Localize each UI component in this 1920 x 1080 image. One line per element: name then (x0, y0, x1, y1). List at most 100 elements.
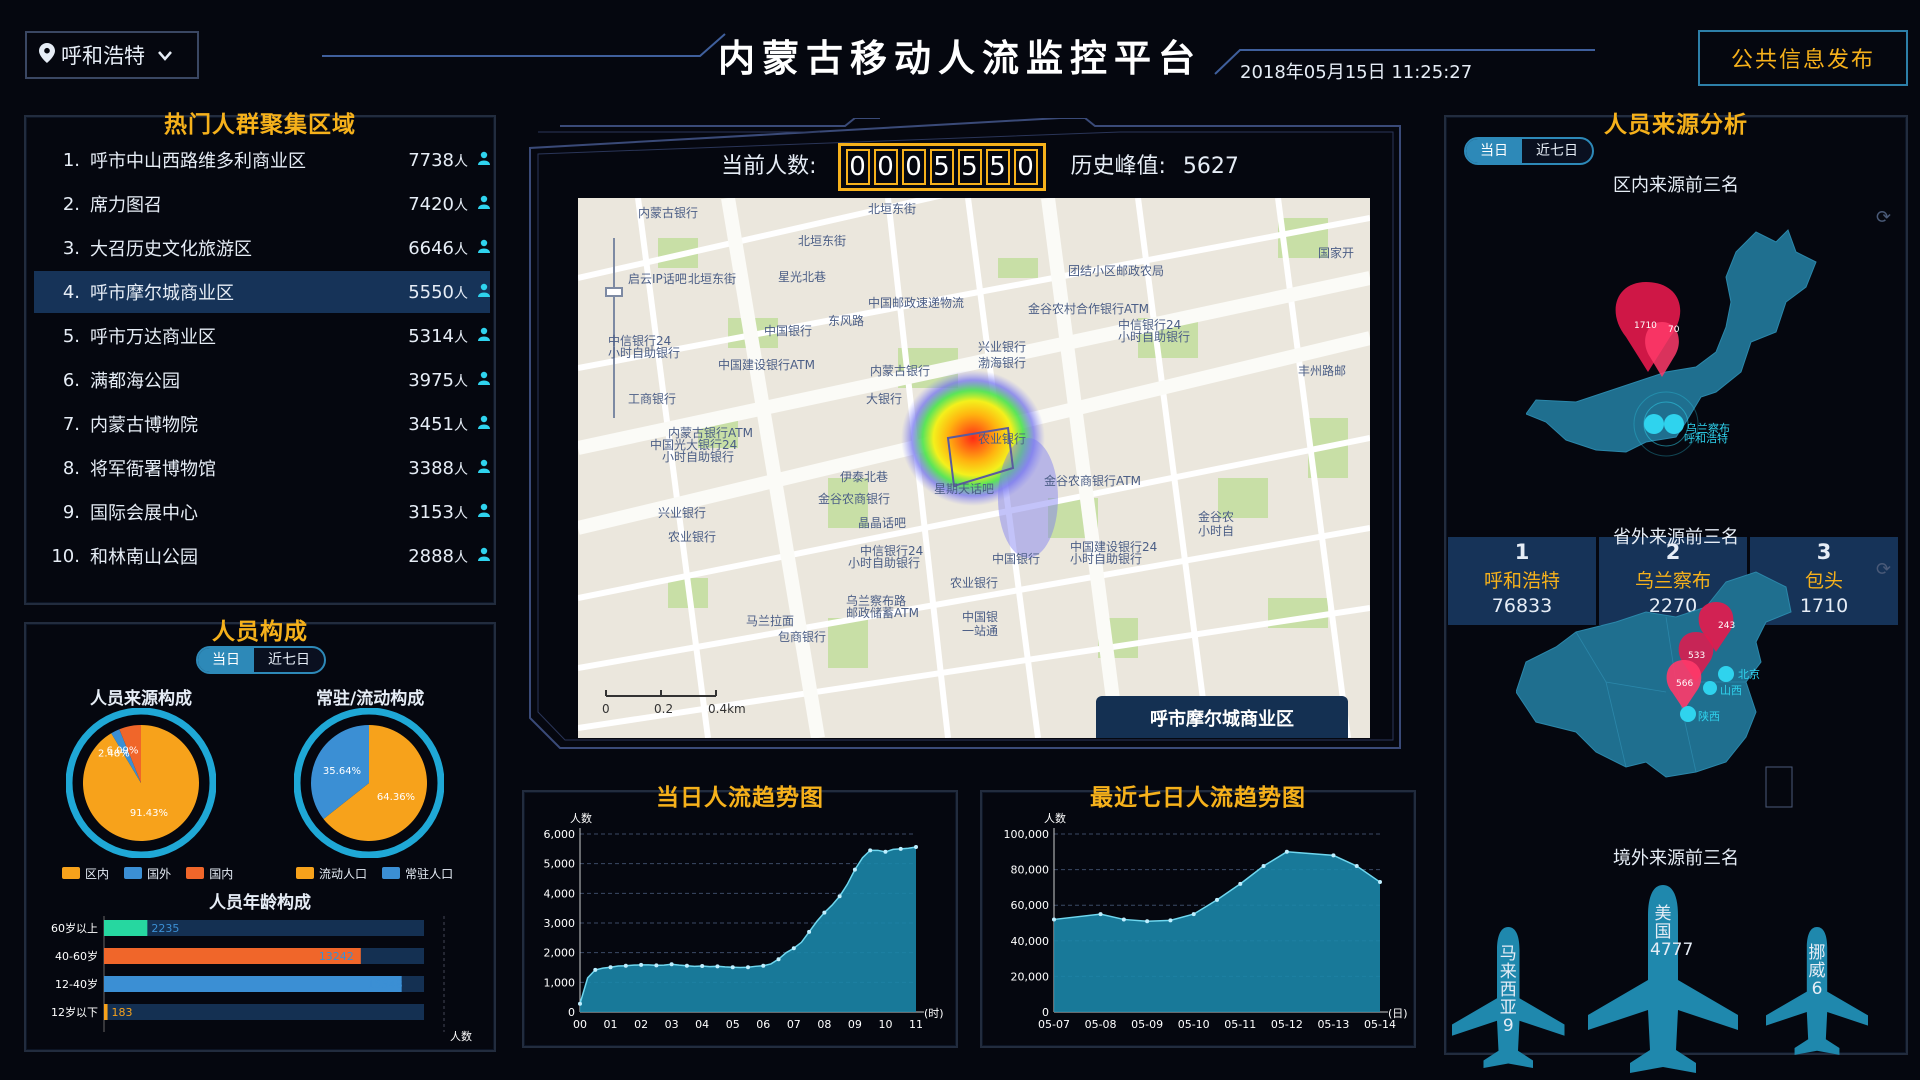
source-toggle[interactable]: 当日 近七日 (1464, 137, 1594, 165)
header-datetime: 2018年05月15日 11:25:27 (1240, 62, 1473, 83)
map-label: 东风路 (828, 314, 865, 328)
map-label: 小时自助银行 (848, 556, 921, 570)
x-tick-label: 02 (634, 1018, 648, 1031)
person-icon (468, 415, 490, 433)
refresh-icon[interactable]: ⟳ (1876, 207, 1891, 228)
person-icon (468, 151, 490, 169)
x-tick-label: 08 (817, 1018, 831, 1031)
foreign-source-title: 境外来源前三名 (1613, 848, 1739, 869)
map-label: 小时自 (1198, 524, 1235, 538)
map-label: 兴业银行 (658, 506, 707, 520)
foreign-value: 4777 (1650, 940, 1694, 960)
map-label: 启云IP话吧 (628, 272, 687, 286)
heat-map[interactable]: 内蒙古银行 北垣东街 北垣东街 启云IP话吧 北垣东街 星光北巷 中国邮政速递物流 团结小区邮… (578, 198, 1370, 738)
map-label: 兴业银行 (978, 340, 1027, 354)
outer-label-shaanxi: 陕西 (1698, 709, 1720, 723)
tab-today[interactable]: 当日 (198, 648, 254, 672)
age-bar (104, 920, 148, 936)
map-label: 星期天话吧 (934, 482, 995, 496)
source-tab-today[interactable]: 当日 (1466, 139, 1522, 163)
outer-label-beijing: 北京 (1738, 667, 1760, 681)
hot-area-name: 内蒙古博物院 (90, 415, 198, 436)
count-digit: 0 (901, 149, 926, 185)
data-point (715, 964, 720, 969)
map-label: 农业银行 (950, 576, 999, 590)
hot-area-row[interactable]: 4. 呼市摩尔城商业区 5550人 (34, 271, 490, 313)
hot-area-row[interactable]: 9. 国际会展中心 3153人 (34, 491, 490, 533)
outer-pin-533: 533 (1688, 651, 1705, 661)
source-tab-week[interactable]: 近七日 (1522, 139, 1592, 163)
hot-area-rank: 4. (62, 281, 80, 303)
tab-week[interactable]: 近七日 (254, 648, 324, 672)
data-point (593, 967, 598, 972)
y-tick-label: 60,000 (1011, 899, 1050, 912)
hot-area-count: 3388人 (408, 457, 468, 479)
hot-area-row[interactable]: 2. 席力图召 7420人 (34, 183, 490, 225)
person-icon (468, 327, 490, 345)
hot-area-name: 和林南山公园 (90, 547, 198, 568)
data-point (822, 910, 827, 915)
hot-area-count: 7420人 (408, 193, 468, 215)
hot-area-row[interactable]: 6. 满都海公园 3975人 (34, 359, 490, 401)
foreign-source-label: 马来西亚 9 (1495, 945, 1521, 1035)
inner-pin-1710: 1710 (1634, 321, 1657, 331)
age-axis-label: 人数 (450, 1030, 472, 1043)
map-label: 一站通 (962, 624, 999, 638)
data-point (791, 946, 796, 951)
inner-mongolia-map: 1710 70 乌兰察布 呼和浩特 (1526, 229, 1817, 457)
resident-pie-chart: 64.36% 35.64% (294, 708, 444, 858)
map-label: 伊泰北巷 (840, 470, 889, 484)
map-label: 小时自助银行 (1118, 330, 1191, 344)
city-selector[interactable]: 呼和浩特 (25, 31, 199, 79)
x-tick-label: 05 (726, 1018, 740, 1031)
hot-area-row[interactable]: 8. 将军衙署博物馆 3388人 (34, 447, 490, 489)
data-point (684, 963, 689, 968)
hot-area-row[interactable]: 1. 呼市中山西路维多利商业区 7738人 (34, 139, 490, 181)
map-label: 包商银行 (778, 630, 827, 644)
person-icon (468, 371, 490, 389)
daily-trend-chart: 01,0002,0003,0004,0005,0006,000人数(时)00 01… (544, 812, 944, 1031)
page-title: 内蒙古移动人流监控平台 (718, 37, 1202, 80)
y-axis-label: 人数 (1044, 812, 1066, 825)
count-digit: 0 (873, 149, 898, 185)
refresh-icon[interactable]: ⟳ (1876, 559, 1891, 580)
publish-button-label: 公共信息发布 (1730, 48, 1875, 73)
map-label: 农业银行 (978, 432, 1027, 446)
hot-area-rank: 9. (62, 501, 80, 523)
composition-toggle[interactable]: 当日 近七日 (196, 646, 326, 674)
hot-area-rank: 7. (62, 413, 80, 435)
data-point (639, 962, 644, 967)
x-tick-label: 05-11 (1224, 1018, 1256, 1031)
pie-value-label: 64.36% (377, 792, 415, 803)
person-icon (468, 195, 490, 213)
hot-area-rank: 5. (62, 325, 80, 347)
data-point (776, 957, 781, 962)
city-name: 呼和浩特 (61, 44, 145, 68)
hot-area-row[interactable]: 3. 大召历史文化旅游区 6646人 (34, 227, 490, 269)
count-digit: 5 (985, 149, 1010, 185)
hot-area-count: 5550人 (408, 281, 468, 303)
map-label: 金谷农村合作银行ATM (1028, 302, 1149, 316)
hot-area-count: 3153人 (408, 501, 468, 523)
map-label: 邮政储蓄ATM (846, 606, 919, 620)
publish-button[interactable]: 公共信息发布 (1698, 30, 1908, 86)
map-label: 金谷农商银行 (818, 492, 891, 506)
data-point (914, 845, 918, 850)
data-point (1284, 849, 1289, 854)
resident-legend: 流动人口 常驻人口 (296, 864, 463, 883)
data-point (1168, 918, 1173, 923)
x-tick-label: 05-13 (1317, 1018, 1349, 1031)
hot-area-row[interactable]: 10. 和林南山公园 2888人 (34, 535, 490, 577)
count-digit: 0 (1013, 149, 1038, 185)
y-tick-label: 3,000 (544, 917, 576, 930)
map-label: 内蒙古银行 (638, 206, 699, 220)
hot-area-count: 3451人 (408, 413, 468, 435)
hot-area-row[interactable]: 5. 呼市万达商业区 5314人 (34, 315, 490, 357)
data-point (761, 963, 766, 968)
legend-floating: 流动人口 (296, 865, 367, 882)
age-value-label: 15348 (368, 978, 403, 991)
person-icon (468, 547, 490, 565)
hot-area-count: 2888人 (408, 545, 468, 567)
map-label: 金谷农商银行ATM (1044, 474, 1141, 488)
hot-area-row[interactable]: 7. 内蒙古博物院 3451人 (34, 403, 490, 445)
